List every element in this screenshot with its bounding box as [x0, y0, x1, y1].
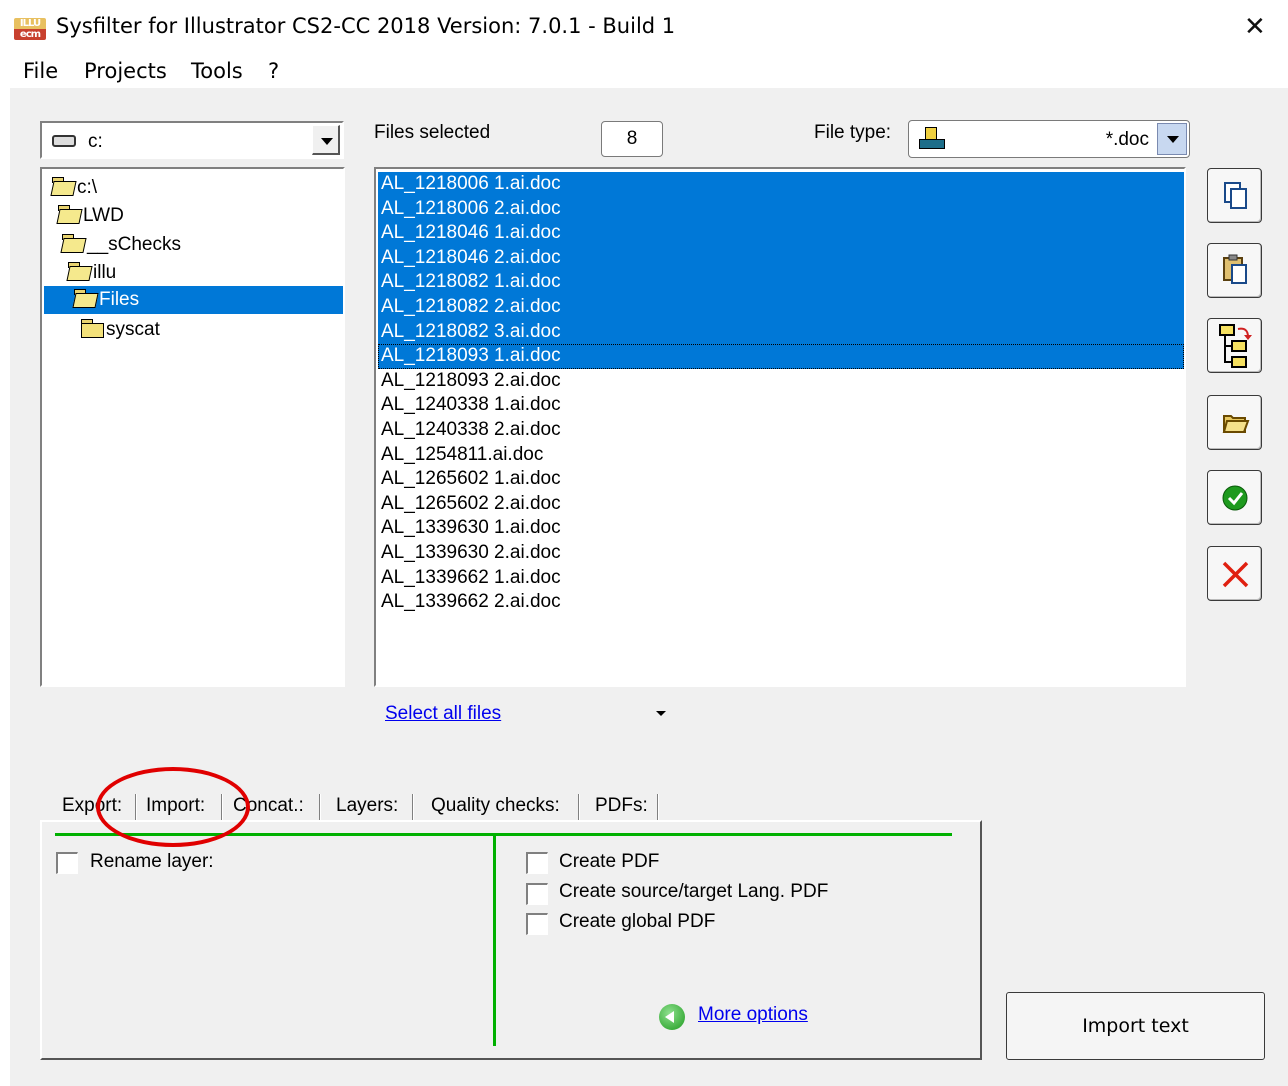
file-type-value: *.doc [1105, 129, 1149, 150]
paste-icon [1223, 254, 1247, 284]
create-source-target-pdf-label: Create source/target Lang. PDF [559, 881, 829, 902]
menu-file[interactable]: File [23, 59, 58, 83]
drive-value: c: [88, 131, 103, 152]
file-list-item[interactable]: AL_1218082 1.ai.doc [378, 270, 1184, 295]
create-source-target-pdf-checkbox[interactable] [526, 883, 548, 905]
file-list-item[interactable]: AL_1218082 3.ai.doc [378, 319, 1184, 345]
file-list-item[interactable]: AL_1218093 1.ai.doc [378, 344, 1184, 369]
caret-down-icon[interactable] [656, 711, 666, 716]
chevron-down-icon [1167, 136, 1179, 143]
back-arrow-icon[interactable] [659, 1004, 685, 1030]
open-folder-icon [67, 261, 91, 281]
window-title: Sysfilter for Illustrator CS2-CC 2018 Ve… [56, 14, 676, 38]
open-folder-icon [73, 288, 97, 308]
tree-item-label: c:\ [77, 177, 98, 198]
tree-item-label: illu [93, 262, 117, 283]
tree-item-label: __sChecks [87, 234, 181, 255]
paste-button[interactable] [1207, 243, 1262, 298]
tab-concat[interactable]: Concat.: [227, 790, 310, 822]
confirm-button[interactable] [1207, 470, 1262, 525]
rename-layer-checkbox[interactable] [56, 852, 78, 874]
file-list-item[interactable]: AL_1265602 2.ai.doc [378, 492, 1184, 517]
file-list-item[interactable]: AL_1339630 2.ai.doc [378, 541, 1184, 566]
file-list-item[interactable]: AL_1218093 2.ai.doc [378, 369, 1184, 394]
create-global-pdf-label: Create global PDF [559, 911, 716, 932]
checkmark-icon [1222, 485, 1248, 511]
file-list-item[interactable]: AL_1218046 2.ai.doc [378, 245, 1184, 271]
tab-export[interactable]: Export: [56, 790, 128, 822]
app-logo-text-top: ILLU [19, 18, 41, 29]
section-divider-horizontal [55, 833, 952, 836]
folder-icon [80, 318, 104, 338]
tree-item-schecks[interactable]: __sChecks [61, 231, 181, 259]
files-selected-count: 8 [601, 121, 663, 157]
copy-button[interactable] [1207, 168, 1262, 223]
file-list-item[interactable]: AL_1218046 1.ai.doc [378, 221, 1184, 246]
file-list[interactable]: AL_1218006 1.ai.doc AL_1218006 2.ai.doc AL… [374, 167, 1186, 687]
open-folder-icon [57, 204, 81, 224]
title-bar: ILLU ecm Sysfilter for Illustrator CS2-C… [0, 0, 1288, 56]
create-global-pdf-checkbox[interactable] [526, 913, 548, 935]
create-pdf-label: Create PDF [559, 851, 660, 872]
file-list-item[interactable]: AL_1254811.ai.doc [378, 443, 1184, 468]
file-type-select[interactable]: *.doc [908, 120, 1190, 158]
tree-item-files[interactable]: Files [44, 286, 343, 314]
more-options-link[interactable]: More options [698, 1004, 808, 1026]
tree-item-lwd[interactable]: LWD [57, 202, 124, 230]
file-type-icon [919, 125, 945, 151]
file-list-item[interactable]: AL_1339662 1.ai.doc [378, 566, 1184, 591]
tab-layers[interactable]: Layers: [330, 790, 404, 822]
file-list-item[interactable]: AL_1240338 1.ai.doc [378, 393, 1184, 418]
tree-item-label: Files [99, 289, 140, 310]
select-all-files-link[interactable]: Select all files [385, 703, 501, 725]
file-list-item[interactable]: AL_1218006 1.ai.doc [378, 172, 1184, 197]
file-list-item[interactable]: AL_1265602 1.ai.doc [378, 467, 1184, 492]
tree-item-syscat[interactable]: syscat [80, 316, 160, 344]
menu-projects[interactable]: Projects [84, 59, 167, 83]
open-folder-button[interactable] [1207, 395, 1262, 450]
file-list-item[interactable]: AL_1339662 2.ai.doc [378, 590, 1184, 615]
folder-tree-button[interactable] [1207, 318, 1262, 373]
file-list-item[interactable]: AL_1218082 2.ai.doc [378, 295, 1184, 320]
drive-dropdown-button[interactable] [312, 125, 340, 155]
close-icon[interactable]: ✕ [1244, 12, 1266, 42]
menu-help[interactable]: ? [268, 59, 279, 83]
folder-tree[interactable]: c:\ LWD __sChecks illu Files syscat [40, 167, 345, 687]
tree-item-label: LWD [83, 205, 124, 226]
open-folder-icon [61, 233, 85, 253]
tree-item-label: syscat [106, 319, 160, 340]
rename-layer-label: Rename layer: [90, 851, 214, 872]
tab-quality-checks[interactable]: Quality checks: [425, 790, 566, 822]
file-list-item[interactable]: AL_1218006 2.ai.doc [378, 196, 1184, 222]
app-logo-icon: ILLU ecm [14, 18, 46, 40]
tree-item-c-root[interactable]: c:\ [51, 174, 97, 202]
cancel-button[interactable] [1207, 546, 1262, 601]
files-selected-label: Files selected [374, 122, 491, 143]
file-list-item[interactable]: AL_1339630 1.ai.doc [378, 516, 1184, 541]
file-list-item[interactable]: AL_1240338 2.ai.doc [378, 418, 1184, 443]
menu-tools[interactable]: Tools [191, 59, 243, 83]
file-type-label: File type: [814, 122, 892, 143]
menu-bar: File Projects Tools ? [0, 56, 1288, 86]
chevron-down-icon [321, 138, 333, 145]
folder-tree-icon [1219, 324, 1252, 368]
open-folder-icon [1222, 415, 1250, 433]
tab-pdfs[interactable]: PDFs: [589, 790, 654, 822]
open-folder-icon [51, 176, 75, 196]
drive-icon [52, 135, 76, 147]
import-text-button[interactable]: Import text [1006, 992, 1265, 1060]
app-logo-text-bottom: ecm [19, 29, 41, 40]
section-divider-vertical [493, 834, 496, 1046]
drive-select[interactable]: c: [40, 121, 344, 159]
tab-import[interactable]: Import: [140, 790, 211, 822]
file-type-dropdown-button[interactable] [1157, 123, 1187, 155]
copy-icon [1224, 182, 1247, 209]
tree-item-illu[interactable]: illu [67, 259, 116, 287]
create-pdf-checkbox[interactable] [526, 852, 548, 874]
cancel-icon [1222, 561, 1249, 588]
